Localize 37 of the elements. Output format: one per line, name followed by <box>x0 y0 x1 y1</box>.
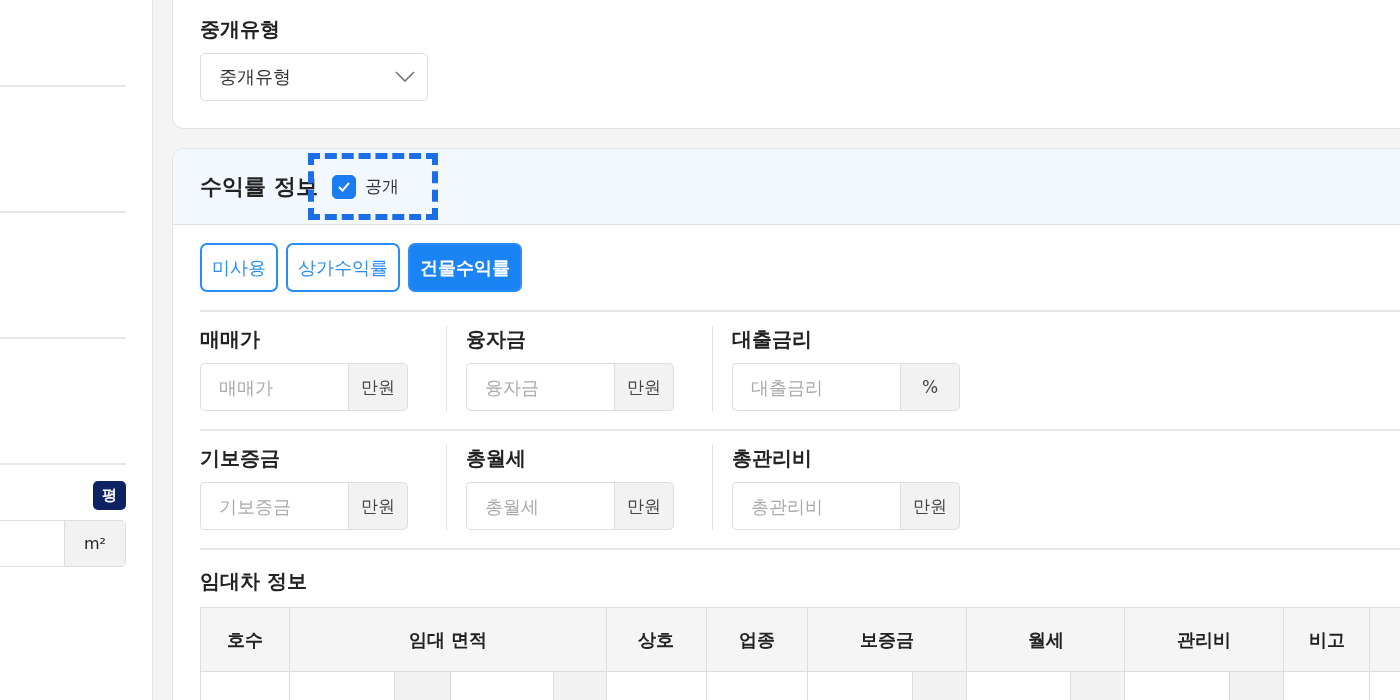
chevron-down-icon <box>395 71 415 83</box>
input-field[interactable]: 총관리비 <box>732 482 900 530</box>
brokerage-select[interactable]: 중개유형 <box>200 53 428 101</box>
field-label: 대출금리 <box>732 326 813 353</box>
unit-label: 만원 <box>900 482 960 530</box>
field-label: 중개유형 <box>200 16 281 43</box>
column-header: 관리비 <box>1124 607 1284 672</box>
public-checkbox[interactable] <box>331 174 356 199</box>
column-header: 임대 면적 <box>289 607 607 672</box>
field-label: 총관리비 <box>732 445 813 472</box>
unit-badge[interactable]: 평 <box>93 481 126 510</box>
input-field[interactable]: 기보증금 <box>200 482 348 530</box>
column-header: 상호 <box>606 607 706 672</box>
checkbox-label: 공개 <box>364 175 399 198</box>
field-label: 매매가 <box>200 326 261 353</box>
field-label: 총월세 <box>466 445 527 472</box>
unit-label: % <box>900 363 960 411</box>
input-field[interactable]: 융자금 <box>466 363 614 411</box>
unit-label: 만원 <box>614 482 674 530</box>
column-header: 월세 <box>966 607 1125 672</box>
section-subtitle: 임대차 정보 <box>200 568 308 595</box>
area-input-field[interactable]: m² <box>0 520 126 567</box>
input-field[interactable]: 총월세 <box>466 482 614 530</box>
unit-label: 만원 <box>614 363 674 411</box>
column-header: 업종 <box>706 607 808 672</box>
input-field[interactable]: 매매가 <box>200 363 348 411</box>
column-header: 비고 <box>1283 607 1370 672</box>
input-field[interactable]: 대출금리 <box>732 363 900 411</box>
field-label: 융자금 <box>466 326 527 353</box>
field-label: 기보증금 <box>200 445 281 472</box>
column-header: 호수 <box>200 607 290 672</box>
unit-label: m² <box>64 521 125 566</box>
mode-toggle-button[interactable]: 건물수익률 <box>408 243 522 292</box>
unit-label: 만원 <box>348 482 408 530</box>
column-header: 보증금 <box>807 607 967 672</box>
unit-label: 만원 <box>348 363 408 411</box>
checkmark-icon <box>336 180 351 193</box>
